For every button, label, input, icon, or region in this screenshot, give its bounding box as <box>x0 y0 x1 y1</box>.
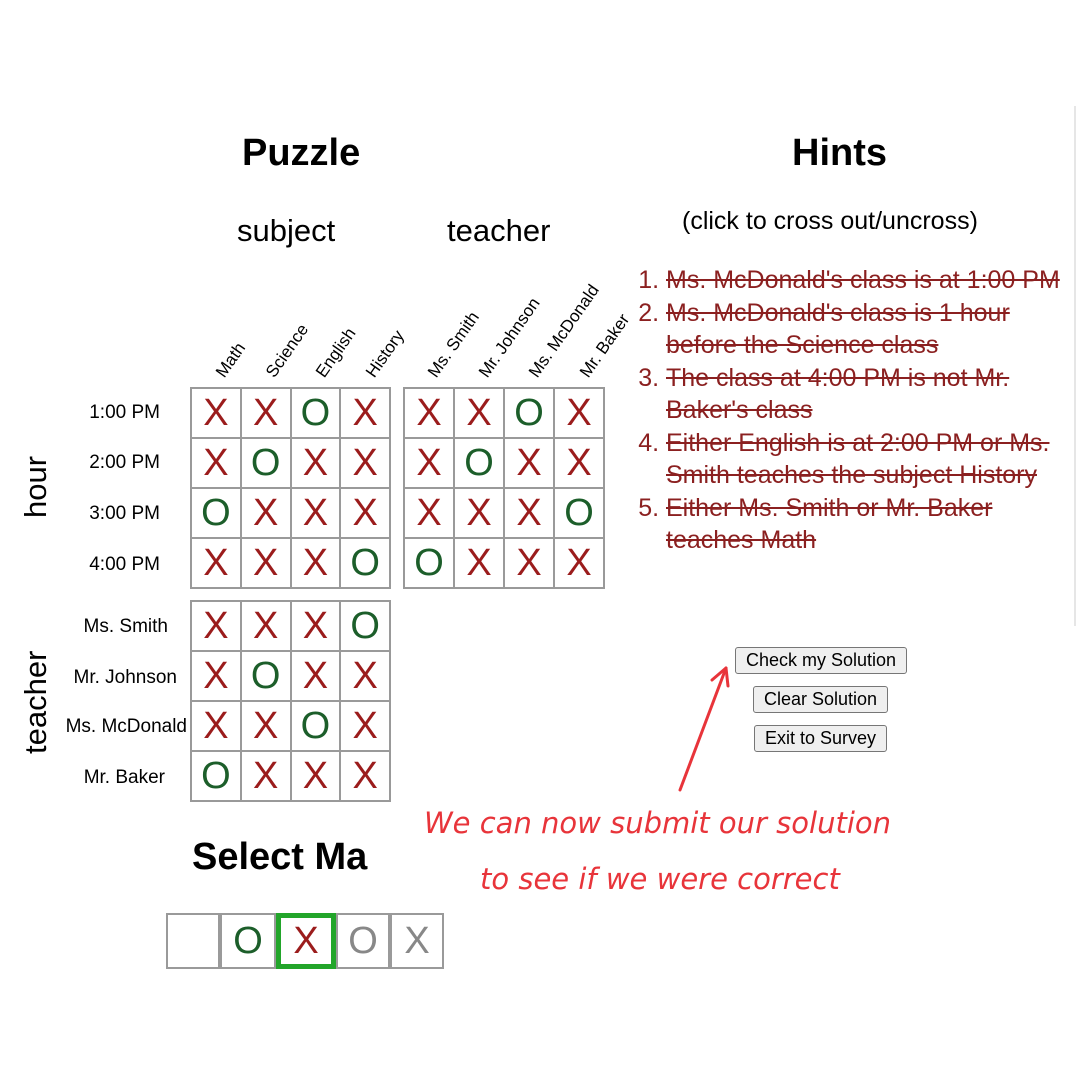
grid-cell[interactable]: X <box>554 388 604 438</box>
grid-cell[interactable]: O <box>240 651 291 701</box>
grid-cell[interactable]: X <box>340 438 390 488</box>
grid-cell[interactable]: O <box>454 438 504 488</box>
hint-item[interactable]: Either English is at 2:00 PM or Ms. Smit… <box>666 427 1080 492</box>
select-mark-options: OXOX <box>166 913 444 969</box>
grid-cell[interactable]: X <box>504 538 554 588</box>
teacher-axis-label: teacher <box>18 650 53 754</box>
grid-cell[interactable]: X <box>240 601 291 651</box>
subject-group-label: subject <box>237 213 336 248</box>
row-header-1pm: 1:00 PM <box>89 402 160 423</box>
grid-cell[interactable]: X <box>404 488 454 538</box>
mark-option[interactable]: X <box>390 913 444 969</box>
mark-option[interactable]: O <box>220 913 276 969</box>
annotation-arrow-icon <box>678 666 730 792</box>
grid-cell[interactable]: X <box>290 538 341 588</box>
grid-cell[interactable]: O <box>191 751 241 801</box>
grid-cell[interactable]: O <box>404 538 454 588</box>
grid-cell[interactable]: O <box>340 538 390 588</box>
col-header-math: Math <box>212 339 250 381</box>
grid-cell[interactable]: X <box>290 751 341 801</box>
annotation-line-2: to see if we were correct <box>480 862 840 896</box>
grid-cell[interactable]: X <box>404 438 454 488</box>
grid-cell[interactable]: X <box>340 701 390 751</box>
grid-cell[interactable]: X <box>290 438 341 488</box>
teacher-subject-grid: XXXOXOXXXXOXOXXX <box>190 600 391 802</box>
col-header-history: History <box>362 326 408 381</box>
clear-solution-button[interactable]: Clear Solution <box>753 686 889 713</box>
grid-cell[interactable]: X <box>454 388 504 438</box>
grid-cell[interactable]: O <box>191 488 241 538</box>
grid-cell[interactable]: X <box>191 651 241 701</box>
grid-cell[interactable]: X <box>240 538 291 588</box>
row-header-ms-smith: Ms. Smith <box>83 616 168 637</box>
check-solution-button[interactable]: Check my Solution <box>735 647 908 674</box>
grid-cell[interactable]: X <box>240 701 291 751</box>
row-header-4pm: 4:00 PM <box>89 554 160 575</box>
grid-cell[interactable]: X <box>454 488 504 538</box>
hint-item[interactable]: Either Ms. Smith or Mr. Baker teaches Ma… <box>666 492 1080 557</box>
row-header-mr-baker: Mr. Baker <box>83 767 165 788</box>
grid-cell[interactable]: X <box>340 488 390 538</box>
grid-cell[interactable]: X <box>404 388 454 438</box>
grid-cell[interactable]: X <box>340 388 390 438</box>
grid-cell[interactable]: O <box>504 388 554 438</box>
grid-cell[interactable]: O <box>240 438 291 488</box>
grid-cell[interactable]: X <box>554 538 604 588</box>
mark-option[interactable] <box>166 913 220 969</box>
mark-option[interactable]: O <box>336 913 390 969</box>
hour-subject-grid: XXOXXOXXOXXXXXXO <box>190 387 391 589</box>
row-header-3pm: 3:00 PM <box>89 503 160 524</box>
grid-cell[interactable]: X <box>504 488 554 538</box>
grid-cell[interactable]: O <box>290 388 341 438</box>
grid-cell[interactable]: O <box>554 488 604 538</box>
grid-cell[interactable]: O <box>290 701 341 751</box>
grid-cell[interactable]: X <box>290 651 341 701</box>
mark-option[interactable]: X <box>276 913 336 969</box>
grid-cell[interactable]: X <box>504 438 554 488</box>
hint-item[interactable]: Ms. McDonald's class is at 1:00 PM <box>666 264 1080 297</box>
grid-cell[interactable]: X <box>191 438 241 488</box>
grid-cell[interactable]: X <box>191 538 241 588</box>
grid-cell[interactable]: X <box>191 388 241 438</box>
grid-cell[interactable]: X <box>191 701 241 751</box>
hints-subtitle: (click to cross out/uncross) <box>682 207 978 235</box>
grid-cell[interactable]: X <box>454 538 504 588</box>
annotation-line-1: We can now submit our solution <box>424 806 892 840</box>
row-header-ms-mcdonald: Ms. McDonald <box>65 716 187 737</box>
grid-cell[interactable]: X <box>290 601 341 651</box>
hints-list: Ms. McDonald's class is at 1:00 PM Ms. M… <box>636 264 1080 557</box>
exit-survey-button[interactable]: Exit to Survey <box>754 725 888 752</box>
hour-teacher-grid: XXOXXOXXXXXOOXXX <box>403 387 605 589</box>
select-mark-title: Select Ma <box>192 836 382 882</box>
col-header-english: English <box>312 324 360 381</box>
hint-item[interactable]: Ms. McDonald's class is 1 hour before th… <box>666 297 1080 362</box>
row-header-2pm: 2:00 PM <box>89 452 160 473</box>
grid-cell[interactable]: X <box>554 438 604 488</box>
teacher-group-label: teacher <box>447 213 551 248</box>
row-header-mr-johnson: Mr. Johnson <box>73 667 178 688</box>
hint-item[interactable]: The class at 4:00 PM is not Mr. Baker's … <box>666 362 1080 427</box>
grid-cell[interactable]: X <box>240 751 291 801</box>
grid-cell[interactable]: X <box>340 751 390 801</box>
puzzle-title: Puzzle <box>242 132 361 174</box>
select-mark-title-text: Select Ma <box>192 836 368 878</box>
col-header-science: Science <box>262 320 313 381</box>
grid-cell[interactable]: X <box>240 388 291 438</box>
grid-cell[interactable]: O <box>340 601 390 651</box>
page-edge-divider <box>1074 106 1076 626</box>
col-header-mr-baker: Mr. Baker <box>576 310 634 381</box>
grid-cell[interactable]: X <box>340 651 390 701</box>
grid-cell[interactable]: X <box>290 488 341 538</box>
grid-cell[interactable]: X <box>191 601 241 651</box>
grid-cell[interactable]: X <box>240 488 291 538</box>
hints-title: Hints <box>792 132 887 174</box>
